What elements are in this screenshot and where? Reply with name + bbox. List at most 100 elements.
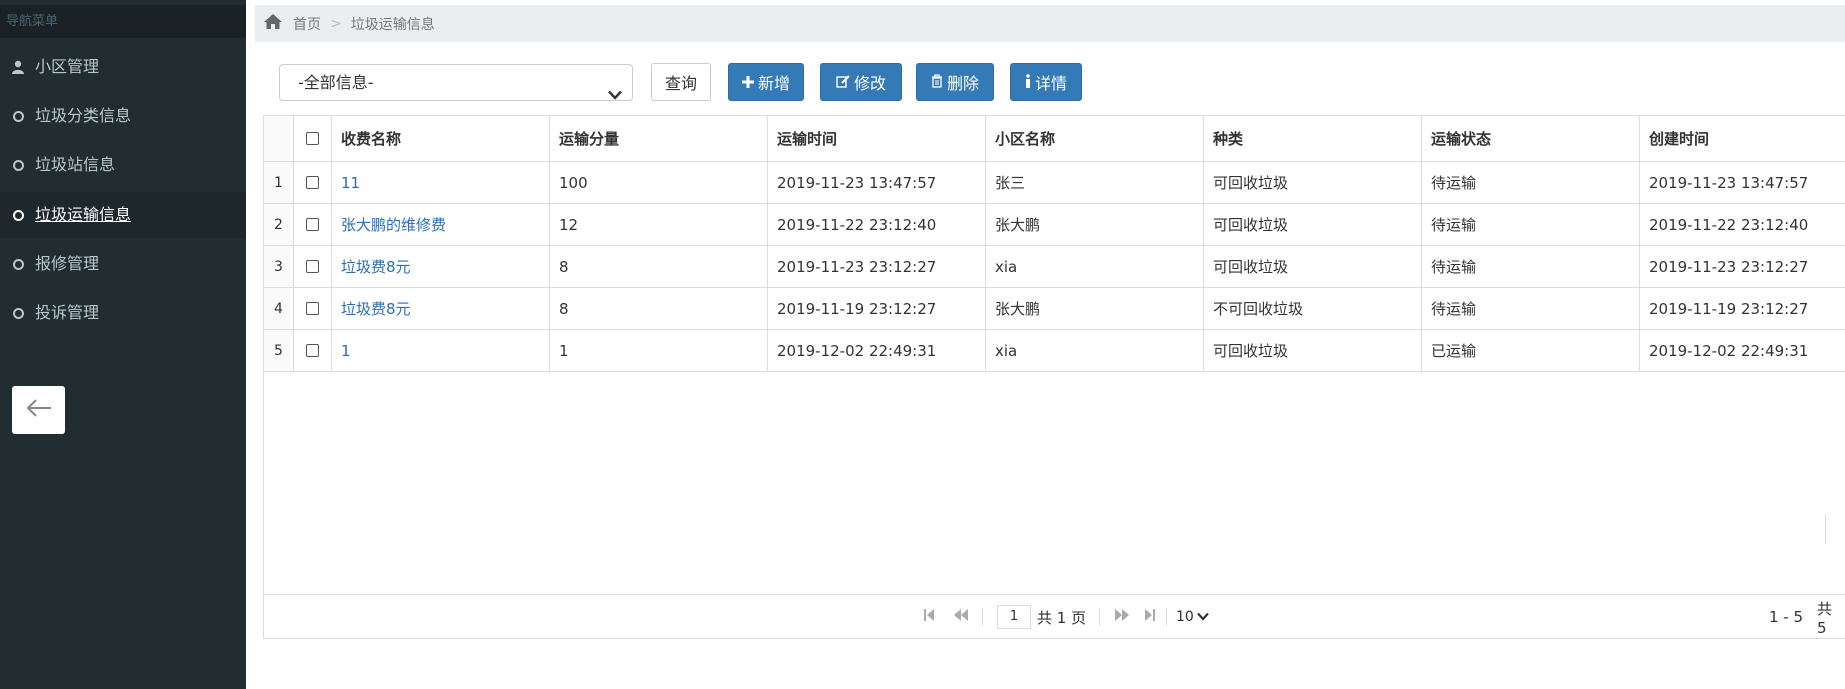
chevron-down-icon bbox=[608, 77, 622, 112]
circle-icon bbox=[9, 107, 27, 125]
status-cell: 待运输 bbox=[1422, 162, 1640, 203]
page-number-field[interactable]: 1 bbox=[997, 595, 1031, 639]
breadcrumb-home[interactable]: 首页 bbox=[293, 14, 321, 34]
sidebar-item-garbage-station[interactable]: 垃圾站信息 bbox=[0, 142, 246, 188]
delete-button-label: 删除 bbox=[946, 74, 979, 93]
created-time-cell: 2019-11-19 23:12:27 bbox=[1649, 299, 1809, 318]
created-time-cell: 2019-11-22 23:12:40 bbox=[1649, 215, 1809, 234]
status-cell: 待运输 bbox=[1422, 246, 1640, 287]
transport-time-cell: 2019-11-23 13:47:57 bbox=[768, 162, 986, 203]
plus-icon bbox=[741, 73, 758, 92]
circle-icon bbox=[9, 255, 27, 273]
row-checkbox-cell bbox=[294, 204, 332, 245]
table-row[interactable]: 3 垃圾费8元 8 2019-11-23 23:12:27 xia 可回收垃圾 … bbox=[264, 246, 1845, 288]
info-filter-select[interactable]: -全部信息- bbox=[279, 64, 633, 101]
edit-button-label: 修改 bbox=[853, 74, 886, 93]
table-row[interactable]: 2 张大鹏的维修费 12 2019-11-22 23:12:40 张大鹏 可回收… bbox=[264, 204, 1845, 246]
first-page-icon bbox=[923, 608, 935, 626]
breadcrumb: 首页 > 垃圾运输信息 bbox=[255, 5, 1845, 42]
transport-time-cell: 2019-12-02 22:49:31 bbox=[768, 330, 986, 371]
range-text: 1 - 5 bbox=[1769, 608, 1804, 626]
header-index-cell bbox=[264, 116, 294, 161]
sidebar-item-label: 垃圾分类信息 bbox=[35, 106, 132, 125]
table-row[interactable]: 4 垃圾费8元 8 2019-11-19 23:12:27 张大鹏 不可回收垃圾… bbox=[264, 288, 1845, 330]
amount-cell: 8 bbox=[550, 288, 768, 329]
column-header[interactable]: 创建时间 bbox=[1640, 116, 1845, 161]
created-time-cell: 2019-12-02 22:49:31 bbox=[1649, 341, 1809, 360]
table-row[interactable]: 1 11 100 2019-11-23 13:47:57 张三 可回收垃圾 待运… bbox=[264, 162, 1845, 204]
sidebar-item-label: 垃圾站信息 bbox=[35, 155, 116, 174]
column-header[interactable]: 小区名称 bbox=[986, 116, 1204, 161]
community-cell: xia bbox=[986, 246, 1204, 287]
collapse-sidebar-button[interactable] bbox=[12, 386, 65, 434]
community-cell: 张大鹏 bbox=[986, 204, 1204, 245]
filter-select-value: -全部信息- bbox=[298, 73, 374, 92]
page-size-select[interactable]: 10 bbox=[1176, 595, 1209, 639]
add-button-label: 新增 bbox=[757, 74, 790, 93]
prev-page-button[interactable] bbox=[953, 595, 969, 639]
row-index: 5 bbox=[264, 330, 294, 371]
kind-cell: 可回收垃圾 bbox=[1204, 204, 1422, 245]
sidebar-item-label: 投诉管理 bbox=[35, 303, 100, 322]
sidebar-item-repair[interactable]: 报修管理 bbox=[0, 241, 246, 287]
next-page-button[interactable] bbox=[1114, 595, 1130, 639]
sidebar-item-label: 报修管理 bbox=[35, 254, 100, 273]
row-checkbox[interactable] bbox=[306, 218, 319, 231]
row-checkbox[interactable] bbox=[306, 344, 319, 357]
total-records-text: 共 5 bbox=[1817, 599, 1833, 637]
transport-time-cell: 2019-11-23 23:12:27 bbox=[768, 246, 986, 287]
row-checkbox[interactable] bbox=[306, 176, 319, 189]
sidebar-item-community[interactable]: 小区管理 bbox=[0, 44, 246, 90]
column-header[interactable]: 收费名称 bbox=[332, 116, 550, 161]
community-cell: 张大鹏 bbox=[986, 288, 1204, 329]
home-icon[interactable] bbox=[263, 13, 283, 34]
amount-cell: 12 bbox=[550, 204, 768, 245]
table-row[interactable]: 5 1 1 2019-12-02 22:49:31 xia 可回收垃圾 已运输 … bbox=[264, 330, 1845, 372]
row-checkbox[interactable] bbox=[306, 302, 319, 315]
circle-icon bbox=[9, 156, 27, 174]
horizontal-scroll-handle[interactable] bbox=[1825, 514, 1845, 544]
status-cell: 待运输 bbox=[1422, 288, 1640, 329]
add-button[interactable]: 新增 bbox=[728, 63, 804, 101]
breadcrumb-current: 垃圾运输信息 bbox=[350, 16, 435, 33]
page-number-input[interactable]: 1 bbox=[997, 605, 1031, 629]
sidebar-item-label: 垃圾运输信息 bbox=[35, 205, 132, 224]
amount-cell: 1 bbox=[550, 330, 768, 371]
transport-time-cell: 2019-11-19 23:12:27 bbox=[768, 288, 986, 329]
detail-button[interactable]: 详情 bbox=[1010, 63, 1082, 101]
sidebar-item-garbage-category[interactable]: 垃圾分类信息 bbox=[0, 93, 246, 139]
status-cell: 已运输 bbox=[1422, 330, 1640, 371]
fee-name-link[interactable]: 张大鹏的维修费 bbox=[332, 204, 550, 245]
query-button-label: 查询 bbox=[664, 74, 697, 93]
breadcrumb-separator: > bbox=[330, 15, 342, 32]
circle-icon bbox=[9, 304, 27, 322]
amount-cell: 100 bbox=[550, 162, 768, 203]
delete-button[interactable]: 删除 bbox=[916, 63, 994, 101]
fee-name-link[interactable]: 垃圾费8元 bbox=[332, 246, 550, 287]
sidebar-item-garbage-transport[interactable]: 垃圾运输信息 bbox=[0, 192, 246, 238]
row-checkbox-cell bbox=[294, 288, 332, 329]
total-pages-text: 共 1 页 bbox=[1037, 608, 1087, 627]
trash-icon bbox=[931, 73, 947, 92]
select-all-checkbox[interactable] bbox=[306, 132, 319, 145]
column-header[interactable]: 种类 bbox=[1204, 116, 1422, 161]
sidebar-item-complaint[interactable]: 投诉管理 bbox=[0, 290, 246, 336]
pagination-bar: 1 共 1 页 10 1 - 5 共 5 bbox=[264, 594, 1845, 638]
edit-button[interactable]: 修改 bbox=[820, 63, 902, 101]
fee-name-link[interactable]: 垃圾费8元 bbox=[332, 288, 550, 329]
fee-name-link[interactable]: 1 bbox=[332, 330, 550, 371]
column-header[interactable]: 运输状态 bbox=[1422, 116, 1640, 161]
row-index: 4 bbox=[264, 288, 294, 329]
fee-name-link[interactable]: 11 bbox=[332, 162, 550, 203]
last-page-button[interactable] bbox=[1144, 595, 1156, 639]
column-header[interactable]: 运输分量 bbox=[550, 116, 768, 161]
community-cell: 张三 bbox=[986, 162, 1204, 203]
column-header[interactable]: 运输时间 bbox=[768, 116, 986, 161]
transport-time-cell: 2019-11-22 23:12:40 bbox=[768, 204, 986, 245]
query-button[interactable]: 查询 bbox=[651, 63, 711, 101]
kind-cell: 不可回收垃圾 bbox=[1204, 288, 1422, 329]
row-checkbox[interactable] bbox=[306, 260, 319, 273]
next-page-icon bbox=[1114, 608, 1130, 626]
kind-cell: 可回收垃圾 bbox=[1204, 330, 1422, 371]
first-page-button[interactable] bbox=[923, 595, 935, 639]
